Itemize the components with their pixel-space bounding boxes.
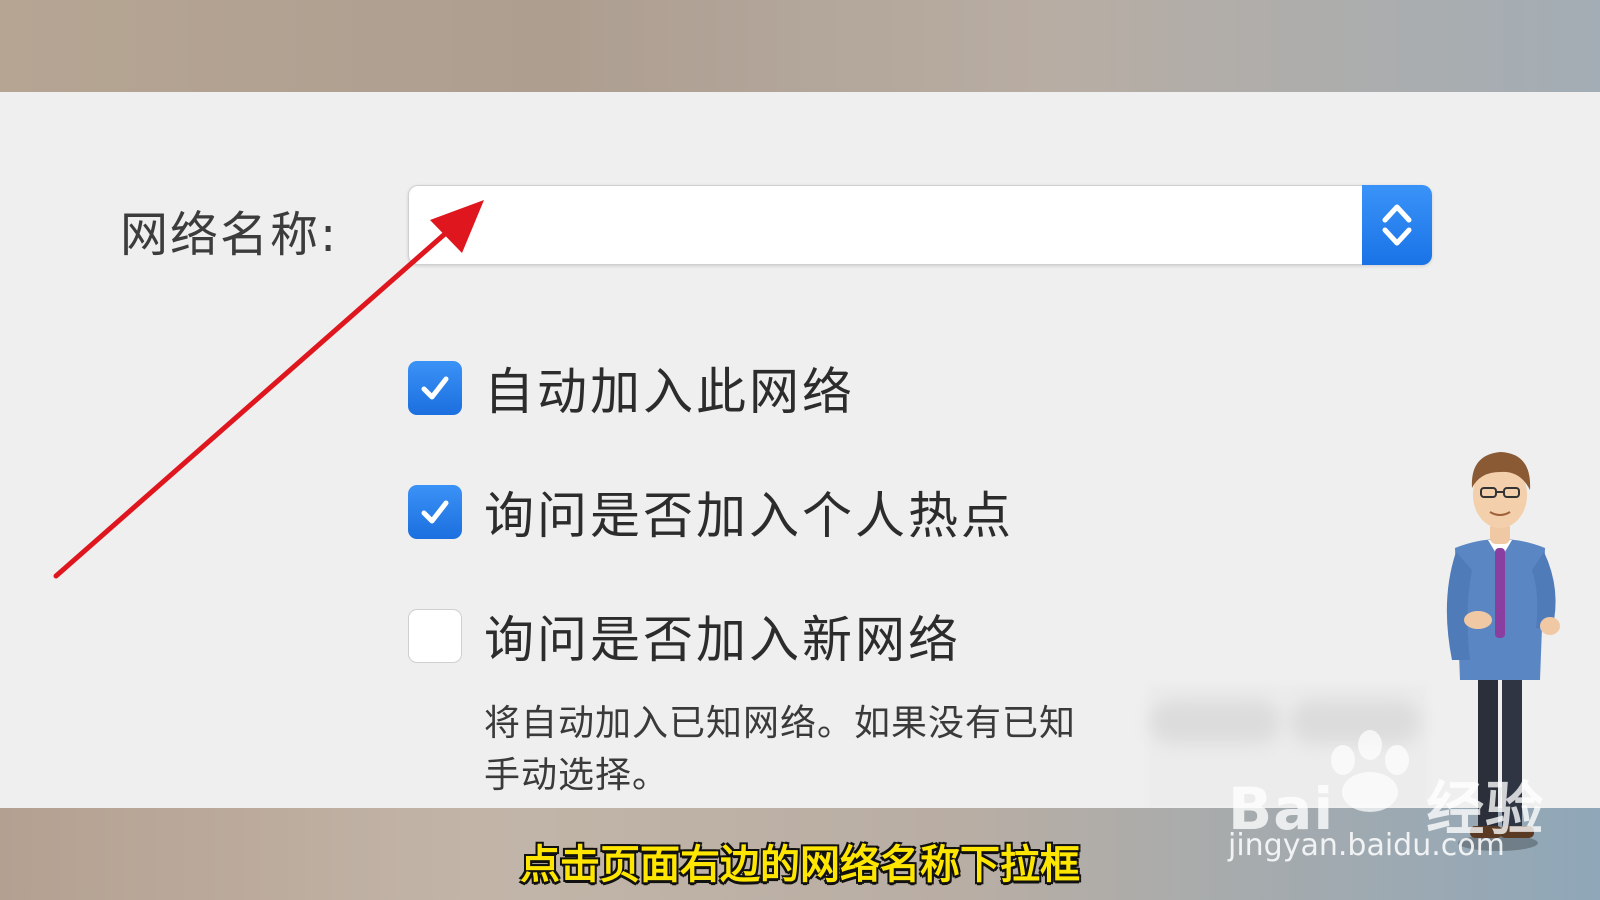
red-arrow-icon: [53, 200, 484, 579]
video-caption: 点击页面右边的网络名称下拉框: [520, 842, 1080, 888]
